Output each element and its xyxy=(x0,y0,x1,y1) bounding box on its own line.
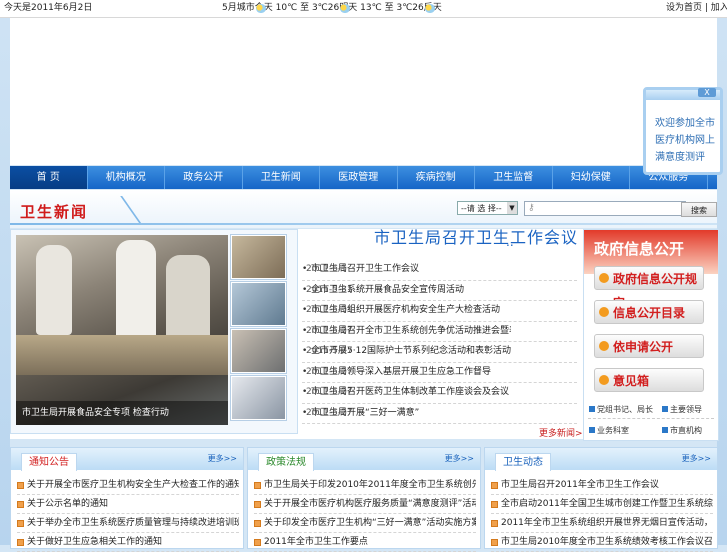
list-item[interactable]: 关于印发全市医疗卫生机构“三好一满意”活动实施方案的通知及相关要求 xyxy=(254,514,476,533)
search-button[interactable]: 搜索 xyxy=(681,202,717,217)
list-item[interactable]: 2011年全市卫生工作要点 xyxy=(254,533,476,552)
news-list: • 市卫生局召开卫生工作会议 2011-6-1 • 全市卫生系统开展食品安全宣传周活动… xyxy=(302,260,577,424)
nav-item-about[interactable]: 机构概况 xyxy=(88,166,165,189)
main-nav: 首 页 机构概况 政务公开 卫生新闻 医政管理 疾病控制 卫生监督 妇幼保健 公… xyxy=(10,166,717,189)
panel-header: 卫生动态 更多>> xyxy=(485,448,717,471)
top-bar: 今天是2011年6月2日 5月城市今天 10℃ 至 3℃26明天 13℃ 至 3… xyxy=(0,0,727,18)
weather-sun-icon xyxy=(255,4,266,13)
notice-panel: 通知公告 更多>> 关于开展全市医疗卫生机构安全生产大检查工作的通知 关于公示名… xyxy=(10,447,244,552)
thumbnail-1[interactable] xyxy=(231,235,286,279)
key-icon: ⚷ xyxy=(528,203,535,213)
thumbnail-4[interactable] xyxy=(231,376,286,420)
more-link[interactable]: 更多>> xyxy=(208,453,237,464)
gov-catalog-button[interactable]: 信息公开目录 xyxy=(594,300,704,324)
news-item[interactable]: • 市卫生局组织开展医疗机构安全生产大检查活动 2011-5-31 xyxy=(302,301,577,322)
photo-person xyxy=(36,245,72,335)
tab-policy[interactable]: 政策法规 xyxy=(258,453,314,471)
section-title: 卫生新闻 xyxy=(20,203,89,221)
panel-header: 通知公告 更多>> xyxy=(11,448,243,471)
gov-link-leaders[interactable]: 主要领导 xyxy=(662,404,702,415)
list-item[interactable]: 全市启动2011年全国卫生城市创建工作暨卫生系统综合执法检查活动 xyxy=(491,495,713,514)
policy-panel: 政策法规 更多>> 市卫生局关于印发2010年2011年度全市卫生系统创先争优活… xyxy=(247,447,481,552)
tab-notices[interactable]: 通知公告 xyxy=(21,453,77,471)
weather-info: 5月城市今天 10℃ 至 3℃26明天 13℃ 至 3℃26后天 xyxy=(222,2,442,14)
nav-home[interactable]: 首 页 xyxy=(10,166,88,189)
search-input[interactable]: ⚷ xyxy=(524,201,686,216)
gov-link-agencies[interactable]: 市直机构 xyxy=(662,425,702,436)
list-item[interactable]: 关于开展全市医疗机构医疗服务质量“满意度测评”活动实施方案的通知 xyxy=(254,495,476,514)
headline-dots: .. xyxy=(506,235,514,249)
photo-caption[interactable]: 市卫生局开展食品安全专项 检查行动 xyxy=(16,401,228,425)
current-date: 今天是2011年6月2日 xyxy=(4,3,93,13)
list-item[interactable]: 关于做好卫生应急相关工作的通知 xyxy=(17,533,239,552)
nav-item-disease[interactable]: 疾病控制 xyxy=(398,166,475,189)
nav-item-news[interactable]: 卫生新闻 xyxy=(243,166,320,189)
weather-partly-cloudy-icon xyxy=(424,4,435,13)
featured-photo[interactable]: 市卫生局开展食品安全专项 检查行动 xyxy=(16,235,228,425)
news-item[interactable]: •市卫生局召开全市卫生系统创先争优活动推进会暨表彰大会2011-5-27 xyxy=(302,322,577,342)
survey-popup[interactable]: X 欢迎参加全市 医疗机构网上 满意度测评 xyxy=(643,87,723,175)
list-item[interactable]: 市卫生局召开2011年全市卫生工作会议 xyxy=(491,476,713,495)
updates-list: 市卫生局召开2011年全市卫生工作会议 全市启动2011年全国卫生城市创建工作暨… xyxy=(491,476,713,552)
gov-regulations-button[interactable]: 政府信息公开规定 xyxy=(594,266,704,310)
news-item[interactable]: • 市卫生局开展“三好一满意” 2011-5-27 xyxy=(302,404,577,424)
headline-link[interactable]: 市卫生局召开卫生工作会议 xyxy=(374,229,577,247)
section-header: 卫生新闻 --请 选 择-- ▼ ⚷ 搜索 xyxy=(10,190,717,228)
gov-link-departments[interactable]: 业务科室 xyxy=(589,425,629,436)
gov-link-secretary[interactable]: 党组书记、局长 xyxy=(589,404,653,415)
nav-item-gov[interactable]: 政务公开 xyxy=(165,166,243,189)
news-item[interactable]: • 市卫生局召开医药卫生体制改革工作座谈会及会议 2011-5-27 xyxy=(302,383,577,404)
nav-item-maternal[interactable]: 妇幼保健 xyxy=(553,166,630,189)
more-link[interactable]: 更多>> xyxy=(682,453,711,464)
title-underline xyxy=(10,223,717,225)
photo-slideshow: 市卫生局开展食品安全专项 检查行动 xyxy=(10,229,298,434)
list-item[interactable]: 市卫生局2010年度全市卫生系统绩效考核工作会议召开 xyxy=(491,533,713,552)
list-item[interactable]: 2011年全市卫生系统组织开展世界无烟日宣传活动，倡导公众远离烟草危害健康 xyxy=(491,514,713,533)
gov-feedback-button[interactable]: 意见箱 xyxy=(594,368,704,392)
photo-food-tray xyxy=(16,335,228,375)
category-select[interactable]: --请 选 择-- ▼ xyxy=(457,201,518,215)
nav-item-supervision[interactable]: 卫生监督 xyxy=(475,166,553,189)
list-item[interactable]: 市卫生局关于印发2010年2011年度全市卫生系统创先争优活动方案的通知 xyxy=(254,476,476,495)
thumbnail-3[interactable] xyxy=(231,329,286,373)
policy-list: 市卫生局关于印发2010年2011年度全市卫生系统创先争优活动方案的通知 关于开… xyxy=(254,476,476,552)
list-item[interactable]: 关于开展全市医疗卫生机构安全生产大检查工作的通知 xyxy=(17,476,239,495)
gov-apply-button[interactable]: 依申请公开 xyxy=(594,334,704,358)
top-links[interactable]: 设为首页 | 加入收藏 xyxy=(666,2,727,14)
thumbnail-2[interactable] xyxy=(231,282,286,326)
list-item[interactable]: 关于公示名单的通知 xyxy=(17,495,239,514)
gov-info-panel: 政府信息公开 政府信息公开规定 信息公开目录 依申请公开 意见箱 党组书记、局长… xyxy=(583,229,719,441)
photo-person xyxy=(116,240,156,340)
notice-list: 关于开展全市医疗卫生机构安全生产大检查工作的通知 关于公示名单的通知 关于举办全… xyxy=(17,476,239,552)
chevron-down-icon[interactable]: ▼ xyxy=(507,202,517,214)
page-background-left xyxy=(0,0,10,545)
main-content: 市卫生局开展食品安全专项 检查行动 市卫生局召开卫生工作会议 .. • 市卫生局召… xyxy=(10,229,719,441)
tab-updates[interactable]: 卫生动态 xyxy=(495,453,551,471)
news-item[interactable]: • 全市开展5·12国际护士节系列纪念活动和表彰活动 2011-5-27 xyxy=(302,342,577,363)
nav-item-medical[interactable]: 医政管理 xyxy=(320,166,398,189)
popup-message[interactable]: 欢迎参加全市 医疗机构网上 满意度测评 xyxy=(655,115,723,166)
news-item[interactable]: • 全市卫生系统开展食品安全宣传周活动 2011-5-31 xyxy=(302,281,577,301)
news-item[interactable]: • 市卫生局召开卫生工作会议 2011-6-1 xyxy=(302,260,577,281)
updates-panel: 卫生动态 更多>> 市卫生局召开2011年全市卫生工作会议 全市启动2011年全… xyxy=(484,447,718,552)
divider xyxy=(588,418,714,419)
list-item[interactable]: 关于举办全市卫生系统医疗质量管理与持续改进培训班暨医疗安全专题讲座的通知 xyxy=(17,514,239,533)
news-item[interactable]: • 市卫生局领导深入基层开展卫生应急工作督导 2011-5-27 xyxy=(302,363,577,383)
site-banner xyxy=(10,18,717,165)
title-decoration xyxy=(98,196,142,224)
close-icon[interactable]: X xyxy=(698,88,716,97)
panel-header: 政策法规 更多>> xyxy=(248,448,480,471)
more-link[interactable]: 更多>> xyxy=(445,453,474,464)
